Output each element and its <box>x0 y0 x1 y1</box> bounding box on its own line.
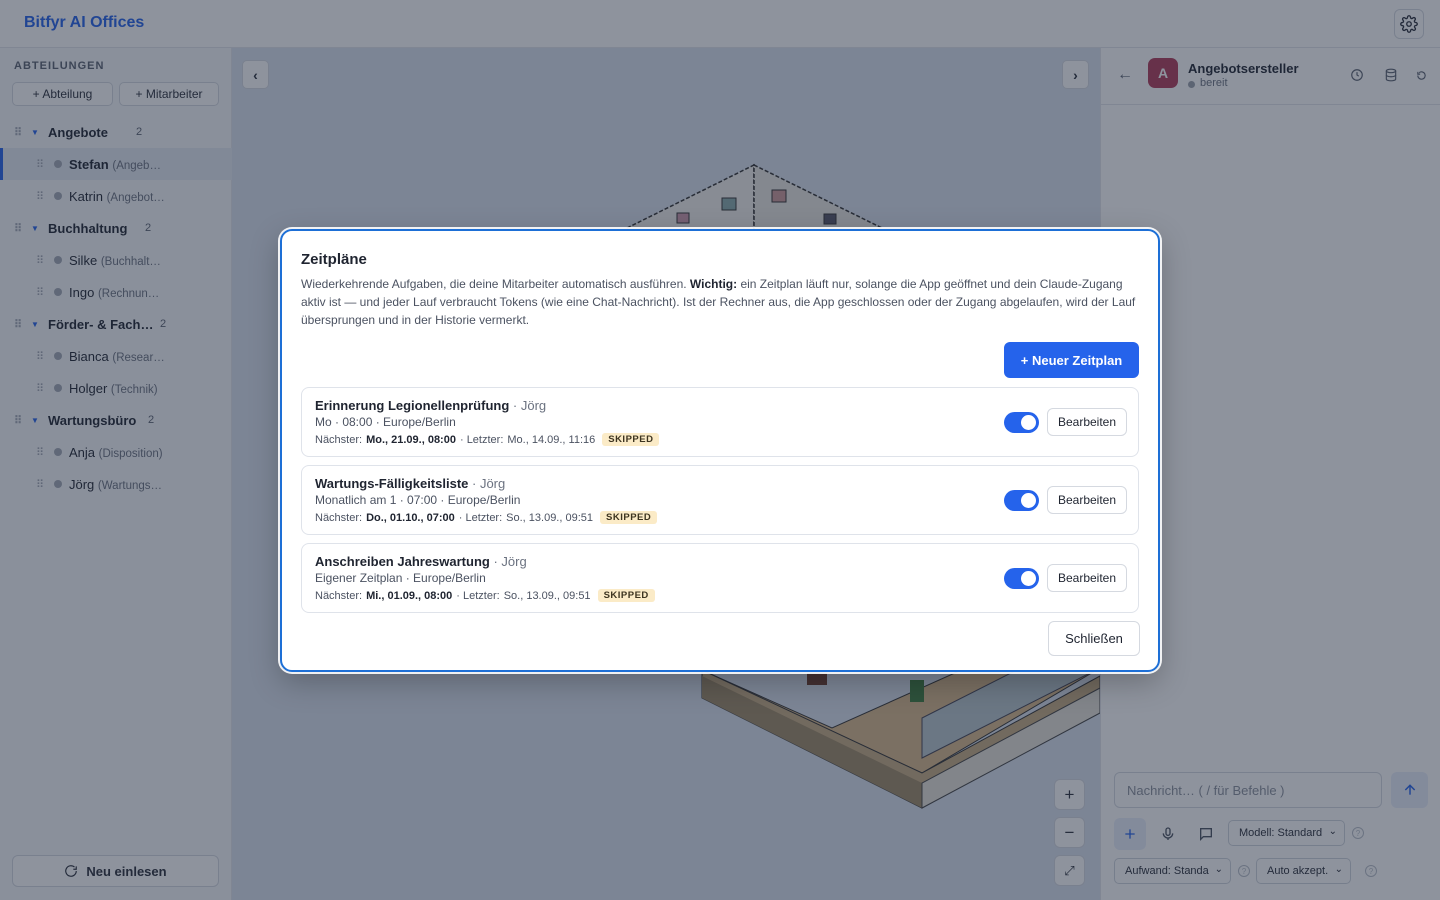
new-schedule-button[interactable]: + Neuer Zeitplan <box>1004 342 1139 378</box>
status-badge: SKIPPED <box>597 589 655 602</box>
schedule-cadence: Monatlich am 1 · 07:00 · Europe/Berlin <box>315 493 521 507</box>
schedule-card: Wartungs-Fälligkeitsliste · Jörg Monatli… <box>301 465 1139 535</box>
dialog-description: Wiederkehrende Aufgaben, die deine Mitar… <box>301 277 1136 327</box>
schedule-title: Wartungs-Fälligkeitsliste · Jörg <box>315 476 506 491</box>
toggle-knob <box>1021 571 1036 586</box>
edit-schedule-button[interactable]: Bearbeiten <box>1047 408 1127 436</box>
schedules-dialog: Zeitpläne Wiederkehrende Aufgaben, die d… <box>280 229 1160 672</box>
schedule-enabled-toggle[interactable] <box>1004 490 1039 511</box>
edit-schedule-button[interactable]: Bearbeiten <box>1047 564 1127 592</box>
status-badge: SKIPPED <box>602 433 660 446</box>
toggle-knob <box>1021 493 1036 508</box>
status-badge: SKIPPED <box>600 511 658 524</box>
schedule-cadence: Eigener Zeitplan · Europe/Berlin <box>315 571 486 585</box>
schedule-runs: Nächster: Mo., 21.09., 08:00 · Letzter: Mo.… <box>315 433 660 446</box>
schedule-card: Anschreiben Jahreswartung · Jörg Eigener… <box>301 543 1139 613</box>
close-dialog-button[interactable]: Schließen <box>1048 621 1140 656</box>
schedule-enabled-toggle[interactable] <box>1004 568 1039 589</box>
schedule-cadence: Mo · 08:00 · Europe/Berlin <box>315 415 456 429</box>
schedule-title: Erinnerung Legionellenprüfung · Jörg <box>315 398 547 413</box>
schedule-enabled-toggle[interactable] <box>1004 412 1039 433</box>
edit-schedule-button[interactable]: Bearbeiten <box>1047 486 1127 514</box>
schedule-runs: Nächster: Do., 01.10., 07:00 · Letzter: So.… <box>315 511 658 524</box>
dialog-title: Zeitpläne <box>301 251 367 268</box>
schedule-title: Anschreiben Jahreswartung · Jörg <box>315 554 527 569</box>
schedule-runs: Nächster: Mi., 01.09., 08:00 · Letzter: So.… <box>315 589 655 602</box>
toggle-knob <box>1021 415 1036 430</box>
schedule-card: Erinnerung Legionellenprüfung · Jörg Mo … <box>301 387 1139 457</box>
